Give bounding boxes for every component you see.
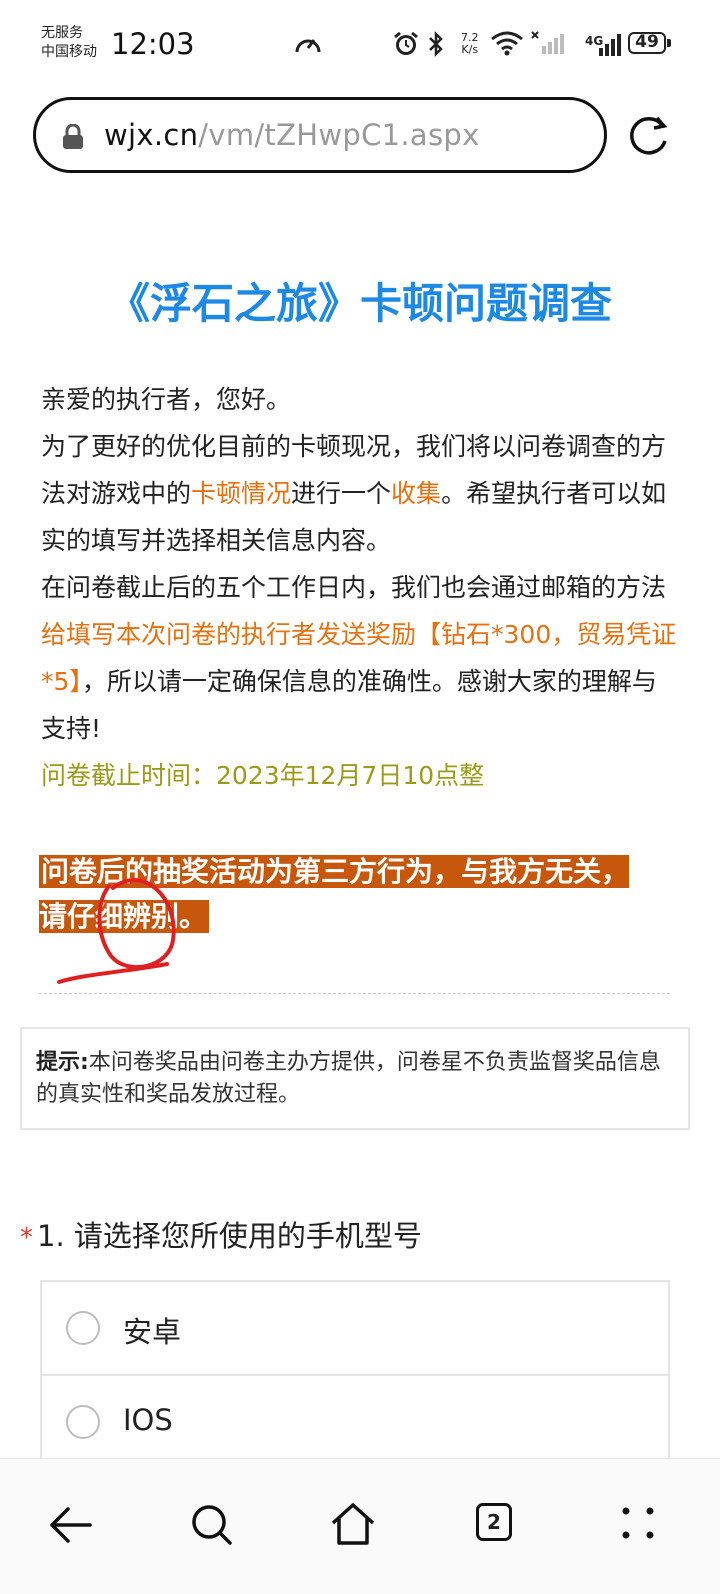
menu-button[interactable] [600,1485,680,1565]
speed-unit: K/s [461,43,479,56]
highlight-collect: 收集 [391,479,442,508]
intro-text-b: 进行一个 [291,479,392,508]
battery-indicator: 49 [628,32,671,54]
lock-icon [63,124,83,149]
alarm-icon [394,31,418,55]
url-text[interactable]: wjx.cn/vm/tZHwpC1.aspx [104,118,480,152]
carrier-line-2: 中国移动 [41,44,97,60]
survey-description: 亲爱的执行者，您好。 为了更好的优化目前的卡顿现况，我们将以问卷调查的方法对游戏… [41,376,681,799]
carrier-info: 无服务 中国移动 [41,24,97,62]
clock: 12:03 [111,27,195,61]
speedometer-icon [295,39,321,53]
more-dots-icon [622,1507,654,1539]
deadline-text: 问卷截止时间：2023年12月7日10点整 [41,761,485,790]
highlight-lag: 卡顿情况 [191,479,292,508]
notice-box: 提示:本问卷奖品由问卷主办方提供，问卷星不负责监督奖品信息的真实性和奖品发放过程… [20,1027,690,1130]
tabs-count-badge: 2 [476,1503,512,1541]
question-1-options: 安卓 IOS [40,1280,670,1470]
radio-button[interactable] [66,1311,100,1345]
search-button[interactable] [172,1485,252,1565]
back-arrow-icon [50,1507,92,1543]
required-mark: * [20,1223,33,1253]
url-path: /vm/tZHwpC1.aspx [198,118,480,152]
network-speed: 7.2 K/s [461,32,479,56]
intro-paragraph: 为了更好的优化目前的卡顿现况，我们将以问卷调查的方法对游戏中的卡顿情况进行一个收… [41,423,681,564]
notice-label: 提示: [36,1050,89,1075]
option-label: 安卓 [123,1315,182,1349]
signal-icon [599,34,621,56]
question-1-label: 1. 请选择您所使用的手机型号 [37,1219,422,1253]
option-ios[interactable]: IOS [40,1374,670,1470]
reward-text-a: 在问卷截止后的五个工作日内，我们也会通过邮箱的方法 [41,573,667,602]
reload-icon[interactable] [626,112,672,158]
reward-text-b: ，所以请一定确保信息的准确性。感谢大家的理解与支持! [41,667,657,743]
home-button[interactable] [313,1485,393,1565]
option-android[interactable]: 安卓 [40,1280,670,1376]
status-bar: 无服务 中国移动 12:03 7.2 K/s 4G 49 [0,0,720,90]
back-button[interactable] [32,1485,112,1565]
signal-no-service-icon [531,31,564,54]
red-circle-annotation [57,878,176,984]
carrier-line-1: 无服务 [41,25,83,41]
notice-text: 本问卷奖品由问卷主办方提供，问卷星不负责监督奖品信息的真实性和奖品发放过程。 [36,1050,661,1107]
option-label: IOS [123,1403,173,1437]
reward-paragraph: 在问卷截止后的五个工作日内，我们也会通过邮箱的方法给填写本次问卷的执行者发送奖励… [41,564,681,752]
bluetooth-icon [429,30,443,58]
radio-button[interactable] [66,1405,100,1439]
address-bar[interactable]: wjx.cn/vm/tZHwpC1.aspx [33,97,607,173]
search-icon [192,1505,232,1545]
question-1-title: * 1. 请选择您所使用的手机型号 [20,1213,422,1255]
home-icon [331,1503,375,1545]
wifi-icon [491,31,523,56]
bottom-navigation: 2 [0,1458,720,1594]
greeting-text: 亲爱的执行者，您好。 [41,385,292,414]
divider [39,993,670,994]
survey-title: 《浮石之旅》卡顿问题调查 [107,279,612,328]
url-domain: wjx.cn [104,118,199,152]
tabs-button[interactable]: 2 [459,1485,539,1565]
